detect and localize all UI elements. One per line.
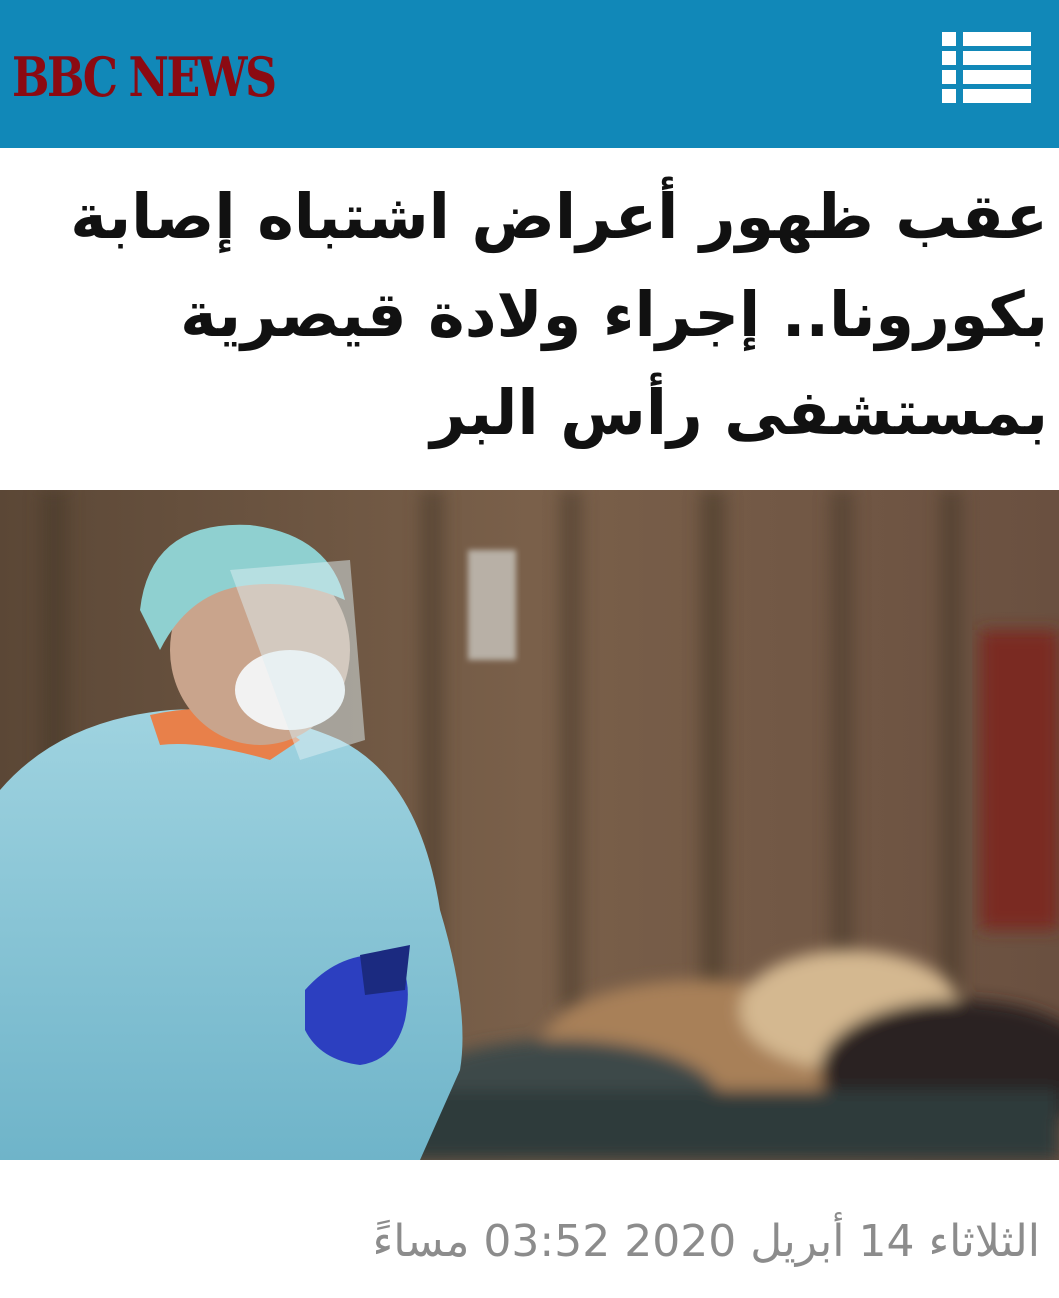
headline-line: بمستشفى رأس البر <box>430 376 1048 449</box>
top-header-bar: BBC NEWS <box>0 0 1059 148</box>
menu-button[interactable] <box>934 28 1034 108</box>
headline-line: بكورونا.. إجراء ولادة قيصرية <box>180 278 1048 351</box>
article-timestamp: الثلاثاء 14 أبريل 2020 03:52 مساءً <box>372 1216 1041 1267</box>
health-worker-photo <box>0 490 1059 1160</box>
site-logo[interactable]: BBC NEWS <box>12 44 277 110</box>
article-headline: عقب ظهور أعراض اشتباه إصابة بكورونا.. إج… <box>10 168 1048 462</box>
article-photo[interactable] <box>0 490 1059 1160</box>
headline-line: عقب ظهور أعراض اشتباه إصابة <box>70 180 1048 253</box>
